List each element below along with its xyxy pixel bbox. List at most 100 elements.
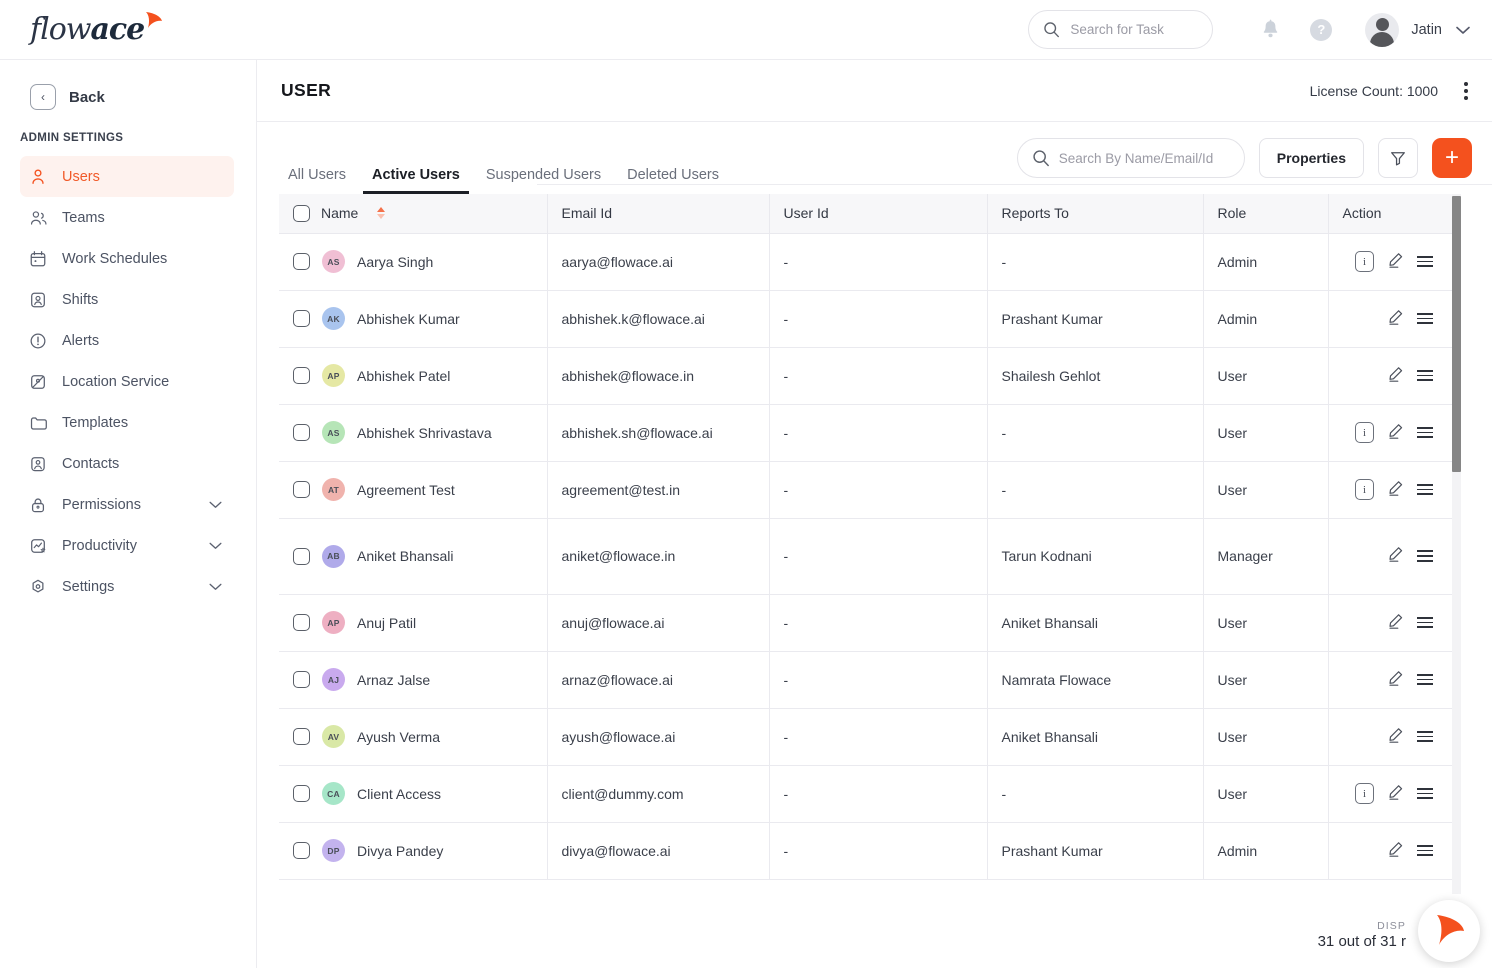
- row-menu-hamburger-icon[interactable]: [1417, 616, 1433, 629]
- edit-pencil-icon[interactable]: [1387, 546, 1404, 566]
- sidebar-item-shifts[interactable]: Shifts: [20, 279, 234, 320]
- table-row[interactable]: AV Ayush Verma ayush@flowace.ai - Aniket Bha…: [279, 708, 1453, 766]
- column-header-user-id[interactable]: User Id: [769, 194, 988, 234]
- edit-pencil-icon[interactable]: [1387, 727, 1404, 747]
- cell-user-id: -: [769, 765, 988, 823]
- column-header-name[interactable]: Name: [279, 194, 548, 234]
- column-header-email[interactable]: Email Id: [547, 194, 770, 234]
- row-checkbox[interactable]: [293, 614, 310, 631]
- column-header-role[interactable]: Role: [1203, 194, 1329, 234]
- task-search-input[interactable]: Search for Task: [1028, 10, 1214, 49]
- add-user-button[interactable]: +: [1432, 138, 1472, 178]
- sidebar-item-location-service[interactable]: Location Service: [20, 361, 234, 402]
- cell-role: Admin: [1203, 290, 1329, 348]
- edit-pencil-icon[interactable]: [1387, 613, 1404, 633]
- sidebar-item-contacts[interactable]: Contacts: [20, 443, 234, 484]
- chevron-down-icon[interactable]: [209, 579, 222, 594]
- row-checkbox[interactable]: [293, 842, 310, 859]
- row-checkbox[interactable]: [293, 785, 310, 802]
- cell-role: User: [1203, 651, 1329, 709]
- info-icon[interactable]: i: [1355, 783, 1374, 804]
- row-checkbox[interactable]: [293, 728, 310, 745]
- row-menu-hamburger-icon[interactable]: [1417, 369, 1433, 382]
- row-checkbox[interactable]: [293, 481, 310, 498]
- table-row[interactable]: AP Anuj Patil anuj@flowace.ai - Aniket Bhans…: [279, 594, 1453, 652]
- row-menu-hamburger-icon[interactable]: [1417, 730, 1433, 743]
- edit-pencil-icon[interactable]: [1387, 309, 1404, 329]
- properties-button[interactable]: Properties: [1258, 138, 1364, 178]
- edit-pencil-icon[interactable]: [1387, 670, 1404, 690]
- sidebar-item-alerts[interactable]: Alerts: [20, 320, 234, 361]
- info-icon[interactable]: i: [1355, 479, 1374, 500]
- tab-suspended-users[interactable]: Suspended Users: [477, 167, 610, 194]
- info-icon[interactable]: i: [1355, 251, 1374, 272]
- sidebar-item-templates[interactable]: Templates: [20, 402, 234, 443]
- row-menu-hamburger-icon[interactable]: [1417, 312, 1433, 325]
- flowace-logo[interactable]: flow ace: [30, 12, 163, 47]
- chevron-down-icon[interactable]: [209, 497, 222, 512]
- user-menu-chevron-down-icon[interactable]: [1456, 22, 1470, 38]
- table-row[interactable]: AS Abhishek Shrivastava abhishek.sh@flowac…: [279, 404, 1453, 462]
- edit-pencil-icon[interactable]: [1387, 841, 1404, 861]
- edit-pencil-icon[interactable]: [1387, 480, 1404, 500]
- sidebar-item-permissions[interactable]: Permissions: [20, 484, 234, 525]
- edit-pencil-icon[interactable]: [1387, 252, 1404, 272]
- chevron-down-icon[interactable]: [209, 538, 222, 553]
- table-row[interactable]: CA Client Access client@dummy.com - - User i: [279, 765, 1453, 823]
- sidebar-item-productivity[interactable]: Productivity: [20, 525, 234, 566]
- column-header-reports-to[interactable]: Reports To: [987, 194, 1204, 234]
- row-checkbox[interactable]: [293, 310, 310, 327]
- table-row[interactable]: AT Agreement Test agreement@test.in - - User i: [279, 461, 1453, 519]
- row-checkbox[interactable]: [293, 253, 310, 270]
- back-button[interactable]: ‹ Back: [0, 84, 256, 110]
- edit-pencil-icon[interactable]: [1387, 366, 1404, 386]
- row-menu-hamburger-icon[interactable]: [1417, 844, 1433, 857]
- row-checkbox[interactable]: [293, 424, 310, 441]
- row-checkbox[interactable]: [293, 671, 310, 688]
- user-name-label: Jatin: [1411, 21, 1442, 38]
- edit-pencil-icon[interactable]: [1387, 423, 1404, 443]
- select-all-checkbox[interactable]: [293, 204, 310, 222]
- tab-deleted-users[interactable]: Deleted Users: [618, 167, 728, 194]
- row-checkbox[interactable]: [293, 547, 310, 565]
- record-count-block: DISP 31 out of 31 r: [1318, 920, 1406, 950]
- search-icon: [1044, 22, 1060, 38]
- row-menu-hamburger-icon[interactable]: [1417, 426, 1433, 439]
- row-menu-hamburger-icon[interactable]: [1417, 787, 1433, 800]
- user-search-input[interactable]: Search By Name/Email/Id: [1016, 138, 1245, 178]
- cell-name: AS Aarya Singh: [279, 233, 548, 291]
- row-menu-hamburger-icon[interactable]: [1417, 550, 1433, 562]
- row-menu-hamburger-icon[interactable]: [1417, 673, 1433, 686]
- sort-arrows-icon[interactable]: [377, 207, 386, 220]
- row-checkbox[interactable]: [293, 367, 310, 384]
- sidebar-item-settings[interactable]: Settings: [20, 566, 234, 607]
- table-row[interactable]: AB Aniket Bhansali aniket@flowace.in - Tarun…: [279, 518, 1453, 595]
- cell-name: CA Client Access: [279, 765, 548, 823]
- sidebar-item-work-schedules[interactable]: Work Schedules: [20, 238, 234, 279]
- edit-pencil-icon[interactable]: [1387, 784, 1404, 804]
- filter-button[interactable]: [1378, 138, 1418, 178]
- table-row[interactable]: AS Aarya Singh aarya@flowace.ai - - Admin i: [279, 233, 1453, 291]
- table-row[interactable]: DP Divya Pandey divya@flowace.ai - Prashant …: [279, 822, 1453, 880]
- table-vertical-scrollbar[interactable]: [1452, 194, 1461, 894]
- cell-action: [1328, 708, 1453, 766]
- sidebar-item-label: Users: [62, 168, 100, 185]
- sidebar-item-users[interactable]: Users: [20, 156, 234, 197]
- notifications-bell-icon[interactable]: [1261, 19, 1280, 40]
- tab-all-users[interactable]: All Users: [279, 167, 355, 194]
- sidebar-item-teams[interactable]: Teams: [20, 197, 234, 238]
- more-options-kebab-icon[interactable]: [1460, 78, 1472, 104]
- tab-active-users[interactable]: Active Users: [363, 167, 469, 194]
- user-avatar[interactable]: [1365, 12, 1400, 47]
- cell-reports-to: Aniket Bhansali: [987, 708, 1204, 766]
- table-row[interactable]: AP Abhishek Patel abhishek@flowace.in - Shai…: [279, 347, 1453, 405]
- row-menu-hamburger-icon[interactable]: [1417, 255, 1433, 268]
- vertical-scrollbar-thumb[interactable]: [1452, 196, 1461, 472]
- info-icon[interactable]: i: [1355, 422, 1374, 443]
- chat-widget-button[interactable]: [1418, 900, 1480, 962]
- table-row[interactable]: AK Abhishek Kumar abhishek.k@flowace.ai - Pr…: [279, 290, 1453, 348]
- row-menu-hamburger-icon[interactable]: [1417, 483, 1433, 496]
- cell-reports-to: -: [987, 765, 1204, 823]
- help-button[interactable]: ?: [1310, 18, 1333, 41]
- table-row[interactable]: AJ Arnaz Jalse arnaz@flowace.ai - Namrata Fl…: [279, 651, 1453, 709]
